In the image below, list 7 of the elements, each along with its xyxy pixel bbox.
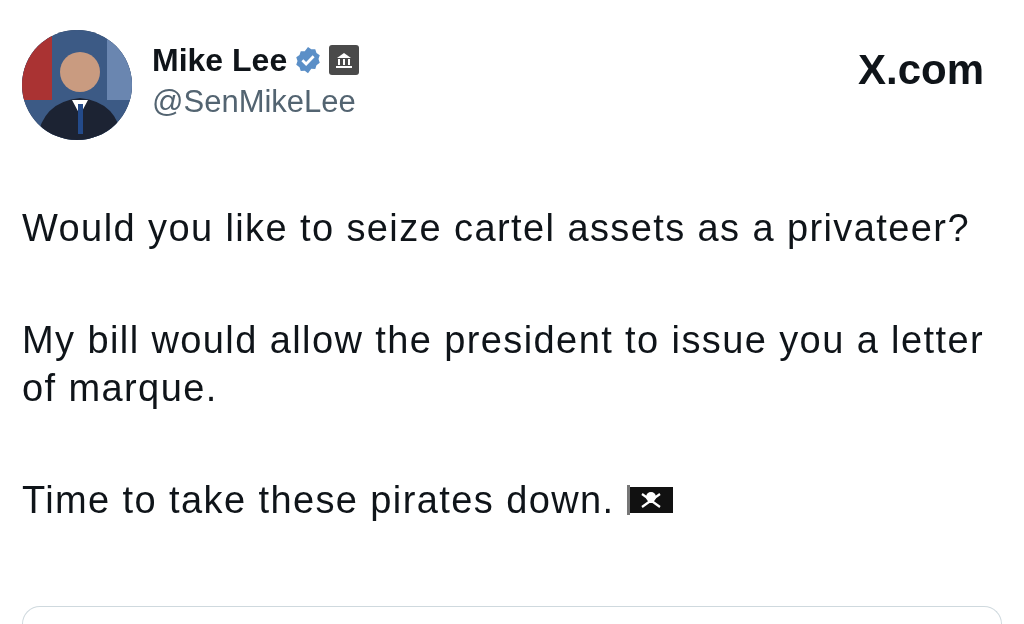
- site-label: X.com: [857, 46, 984, 94]
- post-text: Time to take these pirates down.: [22, 476, 997, 524]
- post-text: Would you like to seize cartel assets as a privateer?: [22, 206, 971, 251]
- building-icon: [329, 45, 360, 75]
- post-text: My bill would allow the president to issue you a letter of marque.: [22, 318, 985, 411]
- author-handle: @SenMikeLee: [152, 83, 357, 121]
- author-name: Mike Lee: [152, 41, 288, 80]
